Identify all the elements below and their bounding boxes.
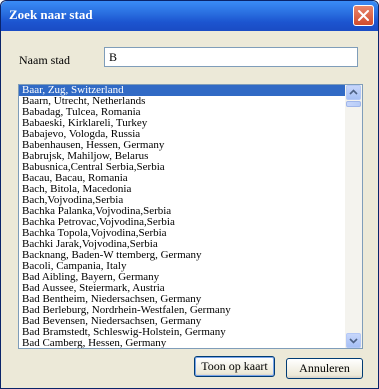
list-item[interactable]: Bacau, Bacau, Romania <box>19 173 346 184</box>
search-city-dialog: Zoek naar stad Naam stad Baar, Zug, Swit… <box>0 0 379 389</box>
city-name-label: Naam stad <box>19 53 70 67</box>
title-bar[interactable]: Zoek naar stad <box>1 1 378 31</box>
list-item[interactable]: Babajevo, Vologda, Russia <box>19 129 346 140</box>
list-item[interactable]: Bachki Jarak,Vojvodina,Serbia <box>19 239 346 250</box>
scroll-thumb[interactable] <box>346 101 361 107</box>
scroll-up-button[interactable] <box>346 85 361 100</box>
show-on-map-button[interactable]: Toon op kaart <box>194 356 275 377</box>
close-button[interactable] <box>353 5 374 26</box>
vertical-scrollbar[interactable] <box>345 85 362 348</box>
list-item[interactable]: Babusnica,Central Serbia,Serbia <box>19 162 346 173</box>
list-item[interactable]: Backnang, Baden-W ttemberg, Germany <box>19 250 346 261</box>
list-item[interactable]: Bachka Topola,Vojvodina,Serbia <box>19 228 346 239</box>
list-item[interactable]: Babadag, Tulcea, Romania <box>19 107 346 118</box>
list-item[interactable]: Bad Berleburg, Nordrhein-Westfalen, Germ… <box>19 305 346 316</box>
list-item[interactable]: Bad Camberg, Hessen, Germany <box>19 338 346 348</box>
list-item[interactable]: Babenhausen, Hessen, Germany <box>19 140 346 151</box>
city-list-items: Baar, Zug, Switzerland Baarn, Utrecht, Ne… <box>19 85 346 348</box>
arrow-down-icon <box>349 338 358 344</box>
list-item[interactable]: Bad Aussee, Steiermark, Austria <box>19 283 346 294</box>
list-item[interactable]: Bad Bentheim, Niedersachsen, Germany <box>19 294 346 305</box>
list-item[interactable]: Bachka Palanka,Vojvodina,Serbia <box>19 206 346 217</box>
dialog-body: Naam stad Baar, Zug, SwitzerlandBaarn, U… <box>5 31 374 384</box>
scroll-down-button[interactable] <box>346 333 361 348</box>
close-icon <box>358 10 369 21</box>
list-item[interactable]: Bad Bevensen, Niedersachsen, Germany <box>19 316 346 327</box>
arrow-up-icon <box>349 89 358 95</box>
city-name-input[interactable] <box>104 47 358 67</box>
window-title: Zoek naar stad <box>9 7 93 22</box>
list-item[interactable]: Babrujsk, Mahiljow, Belarus <box>19 151 346 162</box>
city-listbox[interactable]: Baar, Zug, Switzerland Baarn, Utrecht, Ne… <box>18 84 363 349</box>
list-item[interactable]: Bachka Petrovac,Vojvodina,Serbia <box>19 217 346 228</box>
list-item[interactable]: Bach, Bitola, Macedonia <box>19 184 346 195</box>
list-item[interactable]: Bacoli, Campania, Italy <box>19 261 346 272</box>
list-item[interactable]: Babaeski, Kirklareli, Turkey <box>19 118 346 129</box>
cancel-button[interactable]: Annuleren <box>286 358 363 379</box>
list-item[interactable]: Bad Bramstedt, Schleswig-Holstein, Germa… <box>19 327 346 338</box>
list-item[interactable]: Bad Aibling, Bayern, Germany <box>19 272 346 283</box>
list-item[interactable]: Baarn, Utrecht, Netherlands <box>19 96 346 107</box>
list-item[interactable]: Baar, Zug, Switzerland <box>19 85 346 96</box>
list-item[interactable]: Bach,Vojvodina,Serbia <box>19 195 346 206</box>
